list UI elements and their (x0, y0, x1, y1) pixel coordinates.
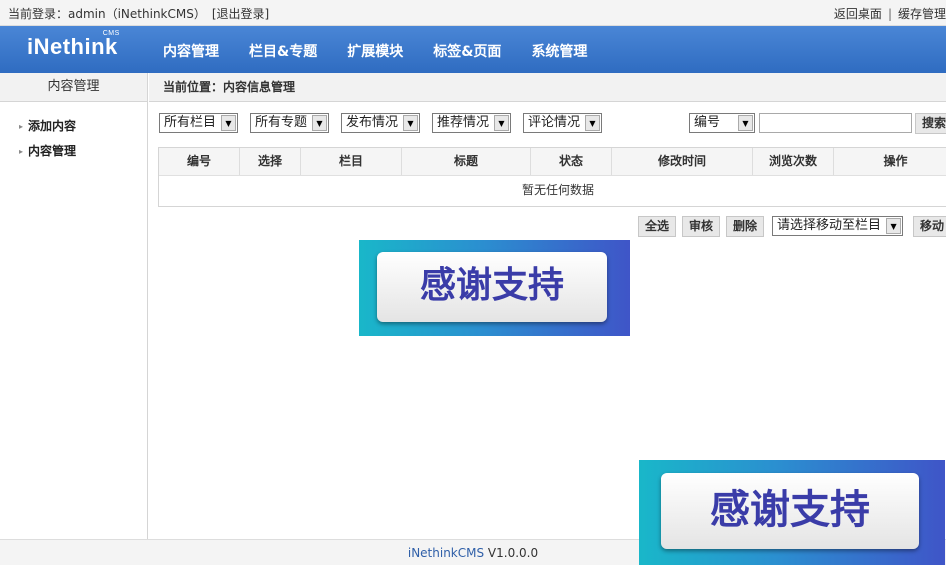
publish-filter-select[interactable]: 发布情况 ▼ (341, 113, 420, 133)
select-value: 请选择移动至栏目 (777, 218, 882, 233)
nav-tags-pages[interactable]: 标签&页面 (433, 41, 501, 61)
move-target-select[interactable]: 请选择移动至栏目 ▼ (772, 216, 904, 236)
sidebar-title: 内容管理 (0, 73, 147, 102)
logo-text: iNethink (27, 34, 118, 59)
empty-message: 暂无任何数据 (521, 183, 594, 197)
dropdown-arrow-icon: ▼ (585, 115, 600, 131)
dropdown-arrow-icon: ▼ (886, 218, 902, 234)
filter-bar: 所有栏目 ▼ 所有专题 ▼ 发布情况 ▼ 推荐情况 ▼ 评论情况 ▼ (159, 113, 614, 133)
login-info: 当前登录：admin（iNethinkCMS） [退出登录] (8, 5, 275, 22)
col-header-select: 选择 (240, 148, 301, 175)
nav-system[interactable]: 系统管理 (531, 41, 587, 61)
sidebar-item-content-manage[interactable]: ▸ 内容管理 (0, 139, 147, 164)
logo: iNethink CMS (27, 30, 119, 60)
footer-brand[interactable]: iNethinkCMS (408, 546, 484, 560)
search-field-select[interactable]: 编号 ▼ (689, 113, 755, 133)
col-header-modified: 修改时间 (612, 148, 753, 175)
col-header-column: 栏目 (301, 148, 402, 175)
dropdown-arrow-icon: ▼ (312, 115, 327, 131)
banner-text: 感谢支持 (661, 473, 919, 549)
search-input[interactable] (759, 113, 912, 133)
top-bar: 当前登录：admin（iNethinkCMS） [退出登录] 返回桌面 | 缓存管理 (0, 0, 946, 26)
comment-filter-select[interactable]: 评论情况 ▼ (523, 113, 602, 133)
table-header: 编号 选择 栏目 标题 状态 修改时间 浏览次数 操作 (159, 148, 946, 176)
select-all-button[interactable]: 全选 (638, 216, 677, 237)
col-header-views: 浏览次数 (753, 148, 834, 175)
nav-content[interactable]: 内容管理 (163, 41, 219, 61)
cache-link[interactable]: 缓存管理 (898, 7, 946, 21)
select-value: 推荐情况 (437, 115, 490, 130)
sidebar-item-label: 添加内容 (28, 119, 77, 133)
select-value: 所有栏目 (164, 115, 217, 130)
select-value: 所有专题 (255, 115, 308, 130)
recommend-filter-select[interactable]: 推荐情况 ▼ (432, 113, 511, 133)
main-nav: 内容管理 栏目&专题 扩展模块 标签&页面 系统管理 (163, 41, 587, 61)
header-bar: iNethink CMS 内容管理 栏目&专题 扩展模块 标签&页面 系统管理 (0, 26, 946, 73)
sidebar-item-add-content[interactable]: ▸ 添加内容 (0, 114, 147, 139)
banner-text: 感谢支持 (377, 252, 607, 322)
arrow-right-icon: ▸ (19, 122, 24, 131)
select-value: 发布情况 (346, 115, 399, 130)
nav-column-topic[interactable]: 栏目&专题 (249, 41, 317, 61)
sidebar-items: ▸ 添加内容 ▸ 内容管理 (0, 102, 147, 164)
col-header-status: 状态 (531, 148, 612, 175)
thanks-banner-bottom[interactable]: 感谢支持 (639, 460, 945, 565)
review-button[interactable]: 审核 (682, 216, 721, 237)
link-separator: | (887, 7, 892, 21)
select-value: 编号 (694, 115, 721, 130)
dropdown-arrow-icon: ▼ (221, 115, 236, 131)
search-button[interactable]: 搜索 (915, 113, 946, 134)
content-table: 编号 选择 栏目 标题 状态 修改时间 浏览次数 操作 暂无任何数据 (158, 147, 946, 207)
col-header-title: 标题 (402, 148, 531, 175)
col-header-actions: 操作 (883, 154, 908, 168)
dropdown-arrow-icon: ▼ (403, 115, 418, 131)
logo-sup: CMS (102, 30, 120, 37)
search-bar: 编号 ▼ 搜索 (689, 113, 946, 134)
desktop-link[interactable]: 返回桌面 (834, 7, 882, 21)
select-value: 评论情况 (528, 115, 581, 130)
col-header-id: 编号 (159, 148, 240, 175)
move-button[interactable]: 移动 (913, 216, 946, 237)
sidebar: 内容管理 ▸ 添加内容 ▸ 内容管理 (0, 73, 148, 539)
dropdown-arrow-icon: ▼ (738, 115, 753, 131)
nav-extension[interactable]: 扩展模块 (347, 41, 403, 61)
bulk-actions: 全选 审核 删除 请选择移动至栏目 ▼ 移动 (638, 216, 946, 237)
top-links: 返回桌面 | 缓存管理 (834, 5, 946, 22)
footer-version: V1.0.0.0 (484, 546, 539, 560)
arrow-right-icon: ▸ (19, 147, 24, 156)
login-label: 当前登录：admin（iNethinkCMS） (8, 7, 206, 21)
dropdown-arrow-icon: ▼ (494, 115, 509, 131)
column-filter-select[interactable]: 所有栏目 ▼ (159, 113, 238, 133)
sidebar-item-label: 内容管理 (28, 144, 77, 158)
breadcrumb: 当前位置：内容信息管理 (149, 73, 946, 102)
logout-link[interactable]: [退出登录] (212, 7, 269, 21)
delete-button[interactable]: 删除 (726, 216, 765, 237)
thanks-banner[interactable]: 感谢支持 (359, 240, 630, 336)
topic-filter-select[interactable]: 所有专题 ▼ (250, 113, 329, 133)
